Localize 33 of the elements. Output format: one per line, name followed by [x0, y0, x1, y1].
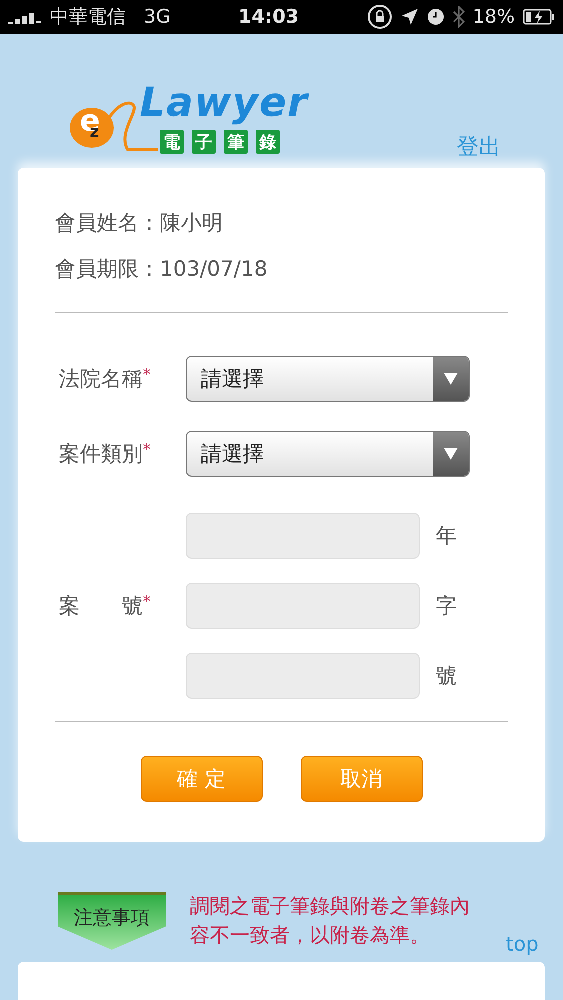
rotation-lock-icon: [366, 4, 393, 30]
member-value: 103/07/18: [160, 257, 268, 281]
battery-percent: 18%: [472, 6, 515, 28]
confirm-button[interactable]: 確 定: [140, 756, 262, 802]
field-label: 案件類別*: [58, 440, 152, 468]
field-label: 案 號*: [58, 592, 152, 620]
notice-badge: 注意事項: [58, 892, 166, 950]
field-suffix: 年: [436, 523, 457, 550]
signal-icon: [8, 10, 42, 24]
bluetooth-icon: [452, 6, 465, 28]
dropdown-arrow-icon: [444, 448, 458, 460]
location-arrow-icon: [400, 8, 419, 26]
field-suffix: 號: [436, 663, 457, 690]
network-type: 3G: [144, 6, 171, 28]
field-label: 法院名稱*: [58, 365, 152, 393]
cancel-button[interactable]: 取消: [300, 756, 422, 802]
notice-text: 調閱之電子筆錄與附卷之筆錄內容不一致者，以附卷為準。: [190, 893, 471, 949]
logout-link[interactable]: 登出: [457, 132, 501, 162]
dropdown-arrow-icon: [444, 373, 458, 385]
input-field[interactable]: [186, 583, 420, 629]
input-field[interactable]: [186, 513, 420, 559]
dropdown-select[interactable]: 請選擇: [186, 356, 470, 402]
top-link[interactable]: top: [506, 932, 539, 956]
clock-time: 14:03: [238, 6, 300, 28]
battery-charging-icon: [523, 9, 555, 25]
clock-icon: [426, 8, 445, 26]
field-suffix: 字: [436, 593, 457, 620]
member-value: 陳小明: [160, 210, 223, 237]
member-label: 會員姓名：: [55, 210, 160, 237]
dropdown-select[interactable]: 請選擇: [186, 431, 470, 477]
carrier-name: 中華電信: [50, 5, 126, 30]
input-field[interactable]: [186, 653, 420, 699]
member-label: 會員期限：: [55, 256, 160, 283]
